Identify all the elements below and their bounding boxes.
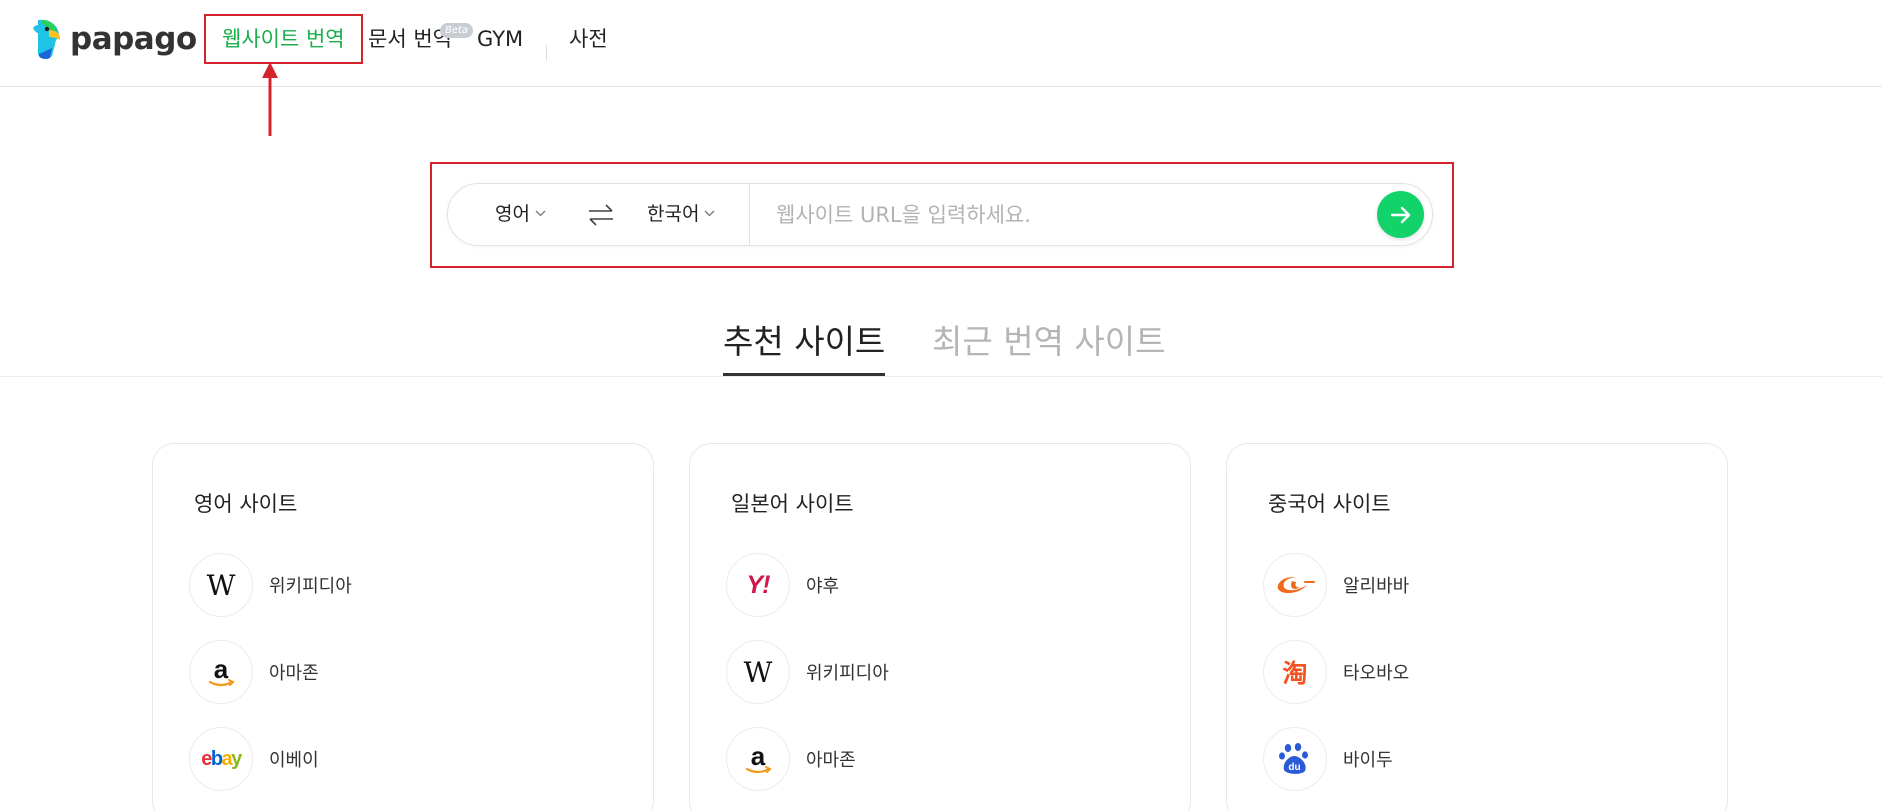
alibaba-icon — [1263, 553, 1327, 617]
amazon-icon: a — [189, 640, 253, 704]
site-label: 위키피디아 — [269, 576, 352, 597]
site-label: 알리바바 — [1343, 576, 1410, 597]
amazon-icon: a — [726, 727, 790, 791]
site-item-amazon[interactable]: a 아마존 — [189, 640, 319, 704]
svg-text:a: a — [214, 654, 229, 684]
papago-parrot-icon — [33, 19, 61, 59]
nav-website-translation[interactable]: 웹사이트 번역 — [204, 14, 363, 64]
site-item-baidu[interactable]: du 바이두 — [1263, 727, 1393, 791]
target-language-select[interactable]: 한국어 — [647, 184, 715, 245]
yahoo-icon: Y! — [726, 553, 790, 617]
translate-go-button[interactable] — [1377, 191, 1424, 238]
chevron-down-icon — [704, 210, 715, 216]
svg-text:du: du — [1288, 762, 1300, 773]
papago-logo[interactable]: papago — [30, 17, 197, 61]
site-item-wikipedia[interactable]: W 위키피디아 — [726, 640, 889, 704]
site-label: 야후 — [806, 576, 840, 597]
card-title: 중국어 사이트 — [1268, 492, 1391, 516]
card-title: 영어 사이트 — [194, 492, 298, 516]
search-divider — [749, 184, 750, 245]
site-label: 타오바오 — [1343, 663, 1410, 684]
baidu-icon: du — [1263, 727, 1327, 791]
chevron-down-icon — [535, 210, 546, 216]
taobao-icon: 淘 — [1263, 640, 1327, 704]
card-chinese-sites: 중국어 사이트 알리바바 淘 타오바오 du 바이두 — [1226, 443, 1728, 811]
ebay-icon: ebay — [189, 727, 253, 791]
site-item-taobao[interactable]: 淘 타오바오 — [1263, 640, 1409, 704]
site-item-ebay[interactable]: ebay 이베이 — [189, 727, 319, 791]
nav-dictionary[interactable]: 사전 — [569, 14, 608, 64]
nav-document-translation[interactable]: 문서 번역 — [368, 14, 452, 64]
tab-recommended-sites[interactable]: 추천 사이트 — [723, 318, 886, 376]
site-item-amazon[interactable]: a 아마존 — [726, 727, 856, 791]
card-english-sites: 영어 사이트 W 위키피디아 a 아마존 ebay 이베이 — [152, 443, 654, 811]
website-url-input[interactable] — [776, 194, 1336, 235]
tab-recent-sites[interactable]: 최근 번역 사이트 — [932, 318, 1166, 376]
card-japanese-sites: 일본어 사이트 Y! 야후 W 위키피디아 a 아마존 — [689, 443, 1191, 811]
swap-languages-icon[interactable] — [587, 202, 615, 228]
tabs-divider — [0, 376, 1882, 377]
beta-badge: Beta — [440, 23, 473, 38]
top-header: papago 웹사이트 번역 문서 번역 Beta GYM 사전 — [0, 0, 1882, 87]
source-language-label: 영어 — [495, 203, 530, 225]
site-label: 이베이 — [269, 750, 319, 771]
nav-separator — [546, 45, 547, 61]
logo-text: papago — [70, 21, 197, 57]
site-label: 아마존 — [806, 750, 856, 771]
website-url-search-box: 영어 한국어 — [447, 183, 1433, 246]
site-label: 아마존 — [269, 663, 319, 684]
wikipedia-icon: W — [189, 553, 253, 617]
site-item-alibaba[interactable]: 알리바바 — [1263, 553, 1409, 617]
wikipedia-icon: W — [726, 640, 790, 704]
arrow-right-icon — [1390, 206, 1410, 223]
annotation-arrow-icon — [262, 62, 278, 136]
source-language-select[interactable]: 영어 — [495, 184, 546, 245]
site-label: 위키피디아 — [806, 663, 889, 684]
target-language-label: 한국어 — [647, 203, 700, 225]
site-item-yahoo[interactable]: Y! 야후 — [726, 553, 839, 617]
site-label: 바이두 — [1343, 750, 1393, 771]
card-title: 일본어 사이트 — [731, 492, 854, 516]
site-item-wikipedia[interactable]: W 위키피디아 — [189, 553, 352, 617]
svg-text:a: a — [751, 741, 766, 771]
nav-gym[interactable]: GYM — [477, 14, 523, 64]
